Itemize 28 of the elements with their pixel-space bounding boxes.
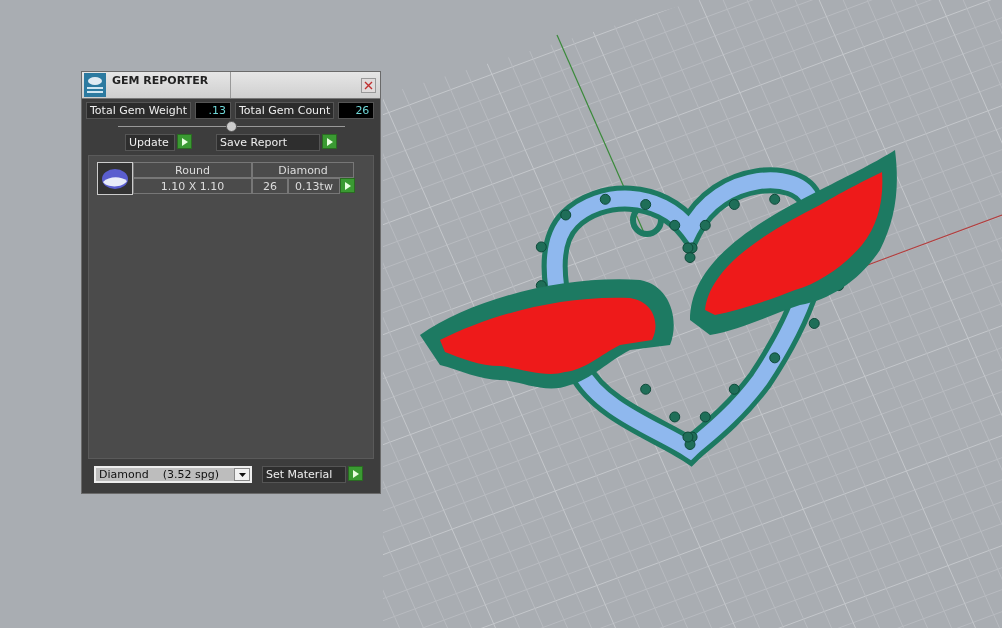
caret-icon <box>238 472 246 477</box>
play-icon <box>352 469 359 478</box>
total-value: .13 <box>195 102 231 119</box>
run-button[interactable] <box>340 178 355 193</box>
run-button[interactable] <box>348 466 363 481</box>
gem-count: 26 <box>252 178 288 194</box>
window-title: GEM REPORTER <box>112 72 231 98</box>
collapse-button[interactable] <box>225 121 237 132</box>
material-select[interactable]: Diamond (3.52 spg) <box>94 466 252 483</box>
close-button[interactable] <box>361 77 376 93</box>
gem-weight: 0.13tw <box>288 178 340 194</box>
total-label: Total Gem Weight <box>86 102 191 119</box>
dropdown-button[interactable] <box>234 468 250 481</box>
play-icon <box>326 137 333 146</box>
close-icon <box>364 80 373 90</box>
total-value: 26 <box>338 102 375 119</box>
play-icon <box>181 137 188 146</box>
action-button[interactable]: Save Report <box>216 134 320 151</box>
gem-size: 1.10 X 1.10 <box>133 178 252 194</box>
total-label: Total Gem Count <box>235 102 335 119</box>
gem-list-icon <box>84 73 106 97</box>
run-button[interactable] <box>177 134 192 149</box>
run-button[interactable] <box>322 134 337 149</box>
action-button[interactable]: Set Material <box>262 466 346 483</box>
action-button[interactable]: Update <box>125 134 175 151</box>
gem-shape: Round <box>133 162 252 178</box>
gem-material: Diamond <box>252 162 354 178</box>
play-icon <box>344 181 351 190</box>
